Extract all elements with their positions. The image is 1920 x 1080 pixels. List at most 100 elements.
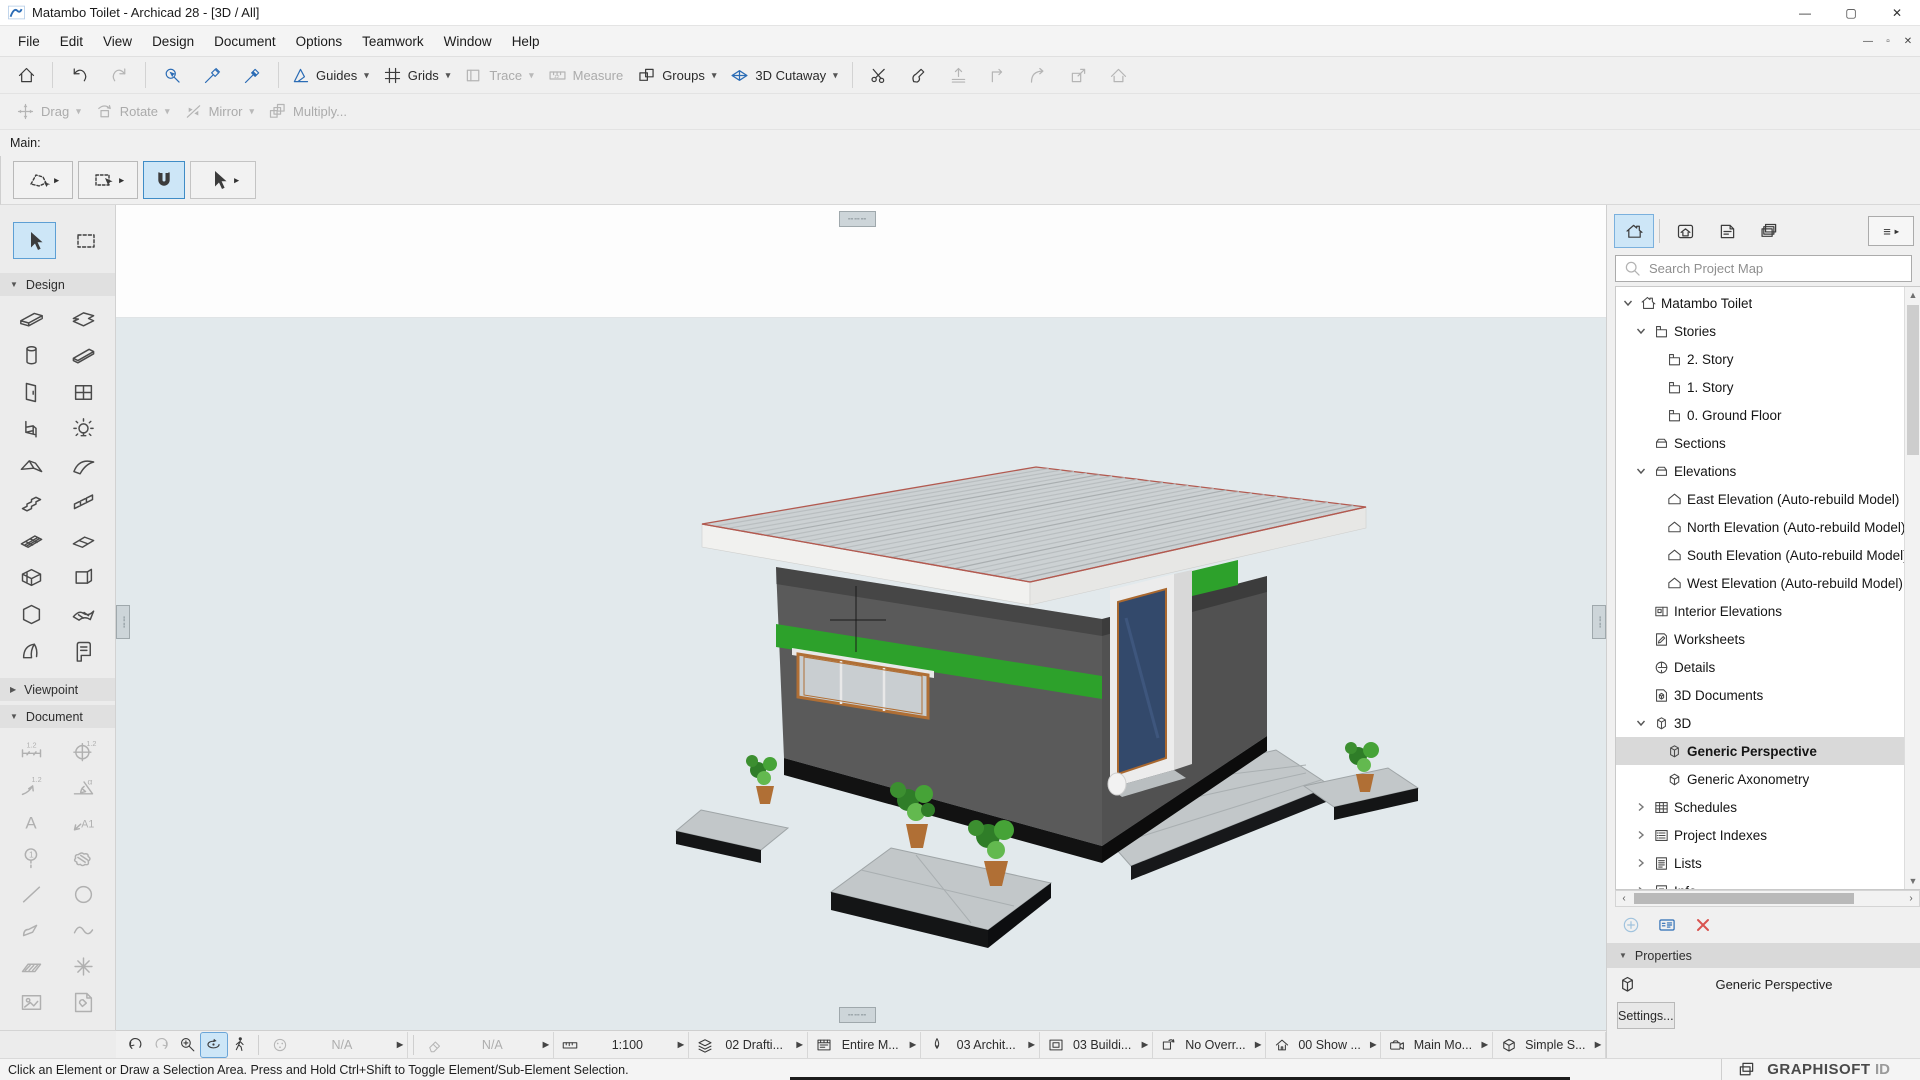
menu-document[interactable]: Document <box>204 29 286 54</box>
resize-button[interactable] <box>1059 60 1099 90</box>
arrow-tool-button[interactable]: ▸ <box>190 161 256 199</box>
tool-line[interactable] <box>9 876 55 912</box>
doc-restore-button[interactable]: ▫ <box>1880 36 1896 47</box>
redo-button[interactable] <box>99 60 139 90</box>
split-button[interactable] <box>859 60 899 90</box>
menu-help[interactable]: Help <box>502 29 550 54</box>
menu-file[interactable]: File <box>8 29 50 54</box>
magnet-snap-button[interactable] <box>143 161 185 199</box>
tool-hotspot[interactable] <box>60 948 106 984</box>
tool-text[interactable]: A <box>9 804 55 840</box>
tool-skylight[interactable] <box>60 522 106 559</box>
expander-open-icon[interactable] <box>1633 466 1648 476</box>
trace-button[interactable]: Trace▾ <box>458 60 541 90</box>
measure-button[interactable]: 12Measure <box>542 60 632 90</box>
toolbox-section-design[interactable]: ▼Design <box>0 273 115 296</box>
graphic-override-selector[interactable]: No Overr...▶ <box>1153 1032 1266 1058</box>
tool-curtain-wall[interactable] <box>9 522 55 559</box>
tree-item-0-ground-floor[interactable]: 0. Ground Floor <box>1616 401 1904 429</box>
tool-railing[interactable] <box>60 485 106 522</box>
grids-button[interactable]: Grids▾ <box>377 60 459 90</box>
renovation-status-selector[interactable]: Main Mo...▶ <box>1381 1032 1492 1058</box>
tab-layout-book[interactable] <box>1708 215 1746 247</box>
tree-horizontal-scrollbar[interactable]: ‹ › <box>1615 890 1920 907</box>
tree-item-generic-perspective[interactable]: Generic Perspective <box>1616 737 1904 765</box>
left-pane-grip[interactable]: ╌╌ <box>116 605 130 639</box>
maximize-button[interactable]: ▢ <box>1828 0 1874 26</box>
tool-roof[interactable] <box>9 448 55 485</box>
tool-spline[interactable] <box>60 912 106 948</box>
3d-viewport[interactable]: ╌╌╌ ╌╌╌ ╌╌ ╌╌ <box>116 205 1606 1030</box>
tool-lamp[interactable] <box>60 411 106 448</box>
menu-teamwork[interactable]: Teamwork <box>352 29 434 54</box>
marquee-select-button[interactable]: ▸ <box>78 161 138 199</box>
tool-radial-dimension[interactable]: 1.2 <box>9 768 55 804</box>
close-button[interactable]: ✕ <box>1874 0 1920 26</box>
drag-button[interactable]: Drag▾ <box>10 97 89 127</box>
tree-item-south-elevation-auto-rebuild-model-[interactable]: South Elevation (Auto-rebuild Model) <box>1616 541 1904 569</box>
expander-closed-icon[interactable] <box>1633 802 1648 812</box>
marquee-tool[interactable] <box>64 222 107 259</box>
add-viewpoint-button[interactable] <box>1621 915 1641 935</box>
tool-level-dimension[interactable]: 1.2 <box>60 732 106 768</box>
scroll-left-arrow[interactable]: ‹ <box>1616 891 1632 906</box>
multiply-button[interactable]: Multiply... <box>262 97 355 127</box>
expander-open-icon[interactable] <box>1620 298 1635 308</box>
guides-button[interactable]: Guides▾ <box>285 60 377 90</box>
top-pane-grip[interactable]: ╌╌╌ <box>839 211 876 227</box>
structure-display-selector[interactable]: Simple S...▶ <box>1493 1032 1606 1058</box>
right-pane-grip[interactable]: ╌╌ <box>1592 605 1606 639</box>
tree-item-lists[interactable]: Lists <box>1616 849 1904 877</box>
tab-project-map[interactable] <box>1615 215 1653 247</box>
tree-item-sections[interactable]: Sections <box>1616 429 1904 457</box>
adjust-button[interactable] <box>899 60 939 90</box>
tool-column[interactable] <box>9 337 55 374</box>
tree-item-info[interactable]: Info <box>1616 877 1904 890</box>
cutaway-button[interactable]: 3D Cutaway▾ <box>724 60 845 90</box>
expander-open-icon[interactable] <box>1633 718 1648 728</box>
tool-window[interactable] <box>60 374 106 411</box>
tool-angle-dimension[interactable]: α <box>60 768 106 804</box>
tool-polyline[interactable] <box>9 912 55 948</box>
scroll-up-arrow[interactable]: ▲ <box>1905 287 1920 303</box>
scroll-right-arrow[interactable]: › <box>1903 891 1919 906</box>
tool-figure[interactable] <box>9 984 55 1020</box>
home-button[interactable] <box>6 60 46 90</box>
find-select-button[interactable] <box>152 60 192 90</box>
tree-item-details[interactable]: Details <box>1616 653 1904 681</box>
tab-view-map[interactable] <box>1666 215 1704 247</box>
expander-closed-icon[interactable] <box>1633 830 1648 840</box>
arrow-tool[interactable] <box>13 222 56 259</box>
tool-wall[interactable] <box>9 300 55 337</box>
tree-item-generic-axonometry[interactable]: Generic Axonometry <box>1616 765 1904 793</box>
tool-object[interactable] <box>9 411 55 448</box>
renovation-filter-selector[interactable]: 00 Show ...▶ <box>1266 1032 1381 1058</box>
tree-item-east-elevation-auto-rebuild-model-[interactable]: East Elevation (Auto-rebuild Model) <box>1616 485 1904 513</box>
menu-design[interactable]: Design <box>142 29 204 54</box>
tool-beam[interactable] <box>60 337 106 374</box>
tool-stair[interactable] <box>9 485 55 522</box>
toolbox-section-viewpoint[interactable]: ▶Viewpoint <box>0 678 115 701</box>
zoom-preset-selector[interactable]: N/A▶ <box>419 1032 554 1058</box>
model-view-options-selector[interactable]: 03 Buildi...▶ <box>1040 1032 1153 1058</box>
menu-view[interactable]: View <box>93 29 142 54</box>
search-input[interactable] <box>1649 261 1905 276</box>
pickup-parameters-button[interactable] <box>192 60 232 90</box>
doc-close-button[interactable]: ✕ <box>1900 36 1916 47</box>
walk-button[interactable] <box>227 1033 253 1057</box>
tool-label[interactable]: A1 <box>60 804 106 840</box>
marquee-poly-button[interactable]: ▸ <box>13 161 73 199</box>
tree-item-3d[interactable]: 3D <box>1616 709 1904 737</box>
scale-selector[interactable]: 1:100▶ <box>554 1032 689 1058</box>
tool-drawing[interactable] <box>60 984 106 1020</box>
search-box[interactable] <box>1615 255 1912 282</box>
tool-shell[interactable] <box>60 448 106 485</box>
tool-fill[interactable] <box>60 840 106 876</box>
tree-item-stories[interactable]: Stories <box>1616 317 1904 345</box>
roof-accessories-button[interactable] <box>1099 60 1139 90</box>
navigator-menu-button[interactable]: ≡▸ <box>1868 216 1914 246</box>
graphisoft-id-zone[interactable]: GRAPHISOFT ID <box>1721 1059 1920 1080</box>
tree-item-worksheets[interactable]: Worksheets <box>1616 625 1904 653</box>
tree-item-1-story[interactable]: 1. Story <box>1616 373 1904 401</box>
tab-publisher[interactable] <box>1750 215 1788 247</box>
